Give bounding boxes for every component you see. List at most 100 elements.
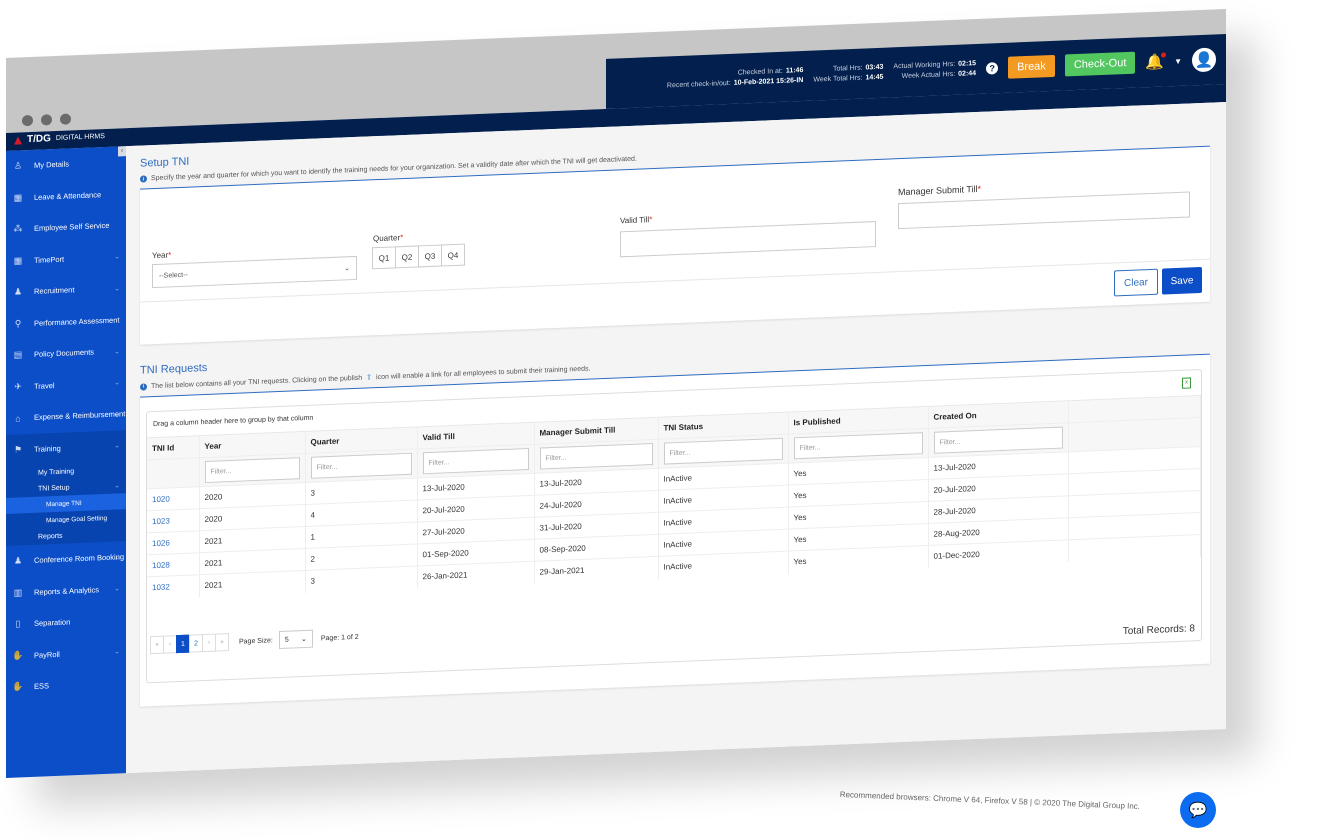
filter-published-input[interactable]: Filter... [793,432,923,460]
recent-checkin-label: Recent check-in/out: [666,79,731,90]
required-mark: * [168,250,172,260]
sidebar-item-payroll[interactable]: ✋ PayRoll ⌄ [6,636,126,672]
sidebar-item-leave-attendance[interactable]: ▦ Leave & Attendance [6,178,126,214]
save-button[interactable]: Save [1162,266,1202,295]
chat-button[interactable]: 💬 [1180,792,1216,828]
tni-id-link[interactable]: 1020 [147,486,199,511]
sidebar-item-travel[interactable]: ✈ Travel ⌄ [6,367,126,403]
filter-cell: Filter... [417,444,534,478]
sidebar-item-ess[interactable]: ✋ ESS [6,667,126,703]
filter-created-on-input[interactable]: Filter... [933,426,1063,454]
user-avatar[interactable]: 👤 [1192,47,1216,73]
recent-checkin-value: 10-Feb-2021 15:26-IN [733,76,804,87]
total-hours-info: Total Hrs: 03:43 Week Total Hrs: 14:45 [813,63,883,86]
requests-info-text: icon will enable a link for all employee… [376,365,591,381]
total-records: Total Records: 8 [1122,623,1195,638]
filter-year-input[interactable]: Filter... [204,457,300,484]
sidebar-item-training[interactable]: ⚑ Training ⌄ [6,430,126,466]
tni-id-link[interactable]: 1028 [147,552,199,577]
tni-id-link[interactable]: 1023 [147,508,199,533]
requests-info-text: The list below contains all your TNI req… [151,374,363,390]
app-logo[interactable]: T/DG DIGITAL HRMS [14,131,105,146]
valid-till-input[interactable] [620,221,876,258]
quarter-q4-button[interactable]: Q4 [441,243,465,267]
quarter-label-text: Quarter [373,233,401,244]
screenshot-stage: Checked In at: 11:46 Recent check-in/out:… [0,0,1320,840]
prev-page-button[interactable]: ‹ [163,635,177,654]
week-actual-value: 02:44 [958,70,977,78]
tni-id-link[interactable]: 1032 [147,574,199,599]
sidebar-item-timeport[interactable]: ▦ TimePort ⌄ [6,241,126,277]
chevron-down-icon: ⌄ [114,482,120,490]
required-mark: * [649,215,653,225]
sidebar-item-expense-reimbursement[interactable]: ⌂ Expense & Reimbursement ⌄ [6,398,126,434]
filter-cell-empty [147,457,199,489]
actual-working-label: Actual Working Hrs: [893,60,956,71]
year-field: Year* --Select-- ⌄ [152,243,357,289]
sidebar-group-training: ⚑ Training ⌄ My Training TNI Setup ⌄ Manage… [6,429,126,546]
quarter-q1-button[interactable]: Q1 [372,246,396,270]
clear-button[interactable]: Clear [1114,268,1158,297]
sidebar-item-label: Policy Documents [34,347,95,360]
quarter-q2-button[interactable]: Q2 [395,245,419,269]
sidebar-item-reports-analytics[interactable]: ▥ Reports & Analytics ⌄ [6,573,126,609]
sidebar-item-separation[interactable]: ▯ Separation [6,604,126,640]
chat-bubble-icon: 💬 [1188,802,1208,819]
chevron-down-icon: ⌄ [114,253,120,261]
sidebar-item-label: Recruitment [34,285,75,297]
sidebar-item-policy-documents[interactable]: ▤ Policy Documents ⌄ [6,335,126,371]
sidebar-item-label: Separation [34,617,71,629]
sidebar-item-my-details[interactable]: ♙ My Details [6,146,126,182]
page-1-button[interactable]: 1 [176,634,190,654]
help-icon[interactable]: ? [986,62,999,75]
actual-hours-info: Actual Working Hrs: 02:15 Week Actual Hrs… [893,59,976,82]
filter-manager-submit-input[interactable]: Filter... [539,443,653,470]
cell-valid-till: 26-Jan-2021 [417,561,534,588]
user-menu-caret-icon[interactable]: ▼ [1174,56,1182,65]
chevron-down-icon: ⌄ [114,648,120,656]
main-content: Setup TNI i Specify the year and quarter… [126,101,1226,774]
sidebar-item-recruitment[interactable]: ♟ Recruitment ⌄ [6,272,126,308]
excel-export-icon[interactable]: x [1182,377,1191,389]
logo-text: DIGITAL HRMS [55,133,105,142]
chevron-down-icon: ⌄ [344,265,350,273]
cell-actions [1068,534,1201,562]
quarter-field: Quarter* Q1 Q2 Q3 Q4 [372,231,465,270]
tni-id-link[interactable]: 1026 [147,530,199,555]
tni-requests-grid: Drag a column header here to group by th… [146,368,1202,684]
filter-status-input[interactable]: Filter... [663,437,783,465]
sidebar-item-label: Conference Room Booking [34,552,125,566]
column-header-tni-id[interactable]: TNI Id [147,436,199,460]
year-select[interactable]: --Select-- ⌄ [152,255,357,289]
page-size-select[interactable]: 5 ⌄ [278,629,313,650]
page-2-button[interactable]: 2 [189,634,203,653]
filter-cell: Filter... [305,448,417,483]
sidebar-item-employee-self-service[interactable]: ⁂ Employee Self Service [6,209,126,245]
chevron-down-icon: ⌄ [114,554,120,562]
manager-submit-till-input[interactable] [898,191,1190,230]
sidebar-item-performance-assessment[interactable]: ⚲ Performance Assessment [6,304,126,340]
notification-bell-icon[interactable]: 🔔 [1145,52,1164,71]
first-page-button[interactable]: « [150,635,164,655]
cell-created-on: 01-Dec-2020 [928,539,1068,568]
break-button[interactable]: Break [1008,54,1055,79]
sidebar-item-label: My Details [34,159,70,171]
last-page-button[interactable]: » [215,633,229,652]
recruitment-icon: ♟ [13,286,23,297]
analytics-icon: ▥ [13,587,23,598]
filter-valid-till-input[interactable]: Filter... [422,448,529,475]
pagination: « ‹ 1 2 › » Page Size: 5 ⌄ Page: 1 of 2 [150,628,359,655]
quarter-q3-button[interactable]: Q3 [418,244,442,268]
hand-money-icon: ✋ [12,681,24,692]
sidebar-item-label: Employee Self Service [34,221,110,234]
chevron-down-icon: ⌄ [114,442,120,450]
next-page-button[interactable]: › [202,633,216,653]
week-actual-label: Week Actual Hrs: [901,70,956,81]
year-select-value: --Select-- [159,271,188,280]
browser-window: Checked In at: 11:46 Recent check-in/out:… [6,8,1226,778]
checkout-button[interactable]: Check-Out [1064,51,1136,77]
door-exit-icon: ▯ [15,618,21,629]
sidebar-item-conference-room-booking[interactable]: ♟ Conference Room Booking ⌄ [6,541,126,577]
filter-quarter-input[interactable]: Filter... [310,452,412,479]
conference-icon: ♟ [13,555,23,566]
